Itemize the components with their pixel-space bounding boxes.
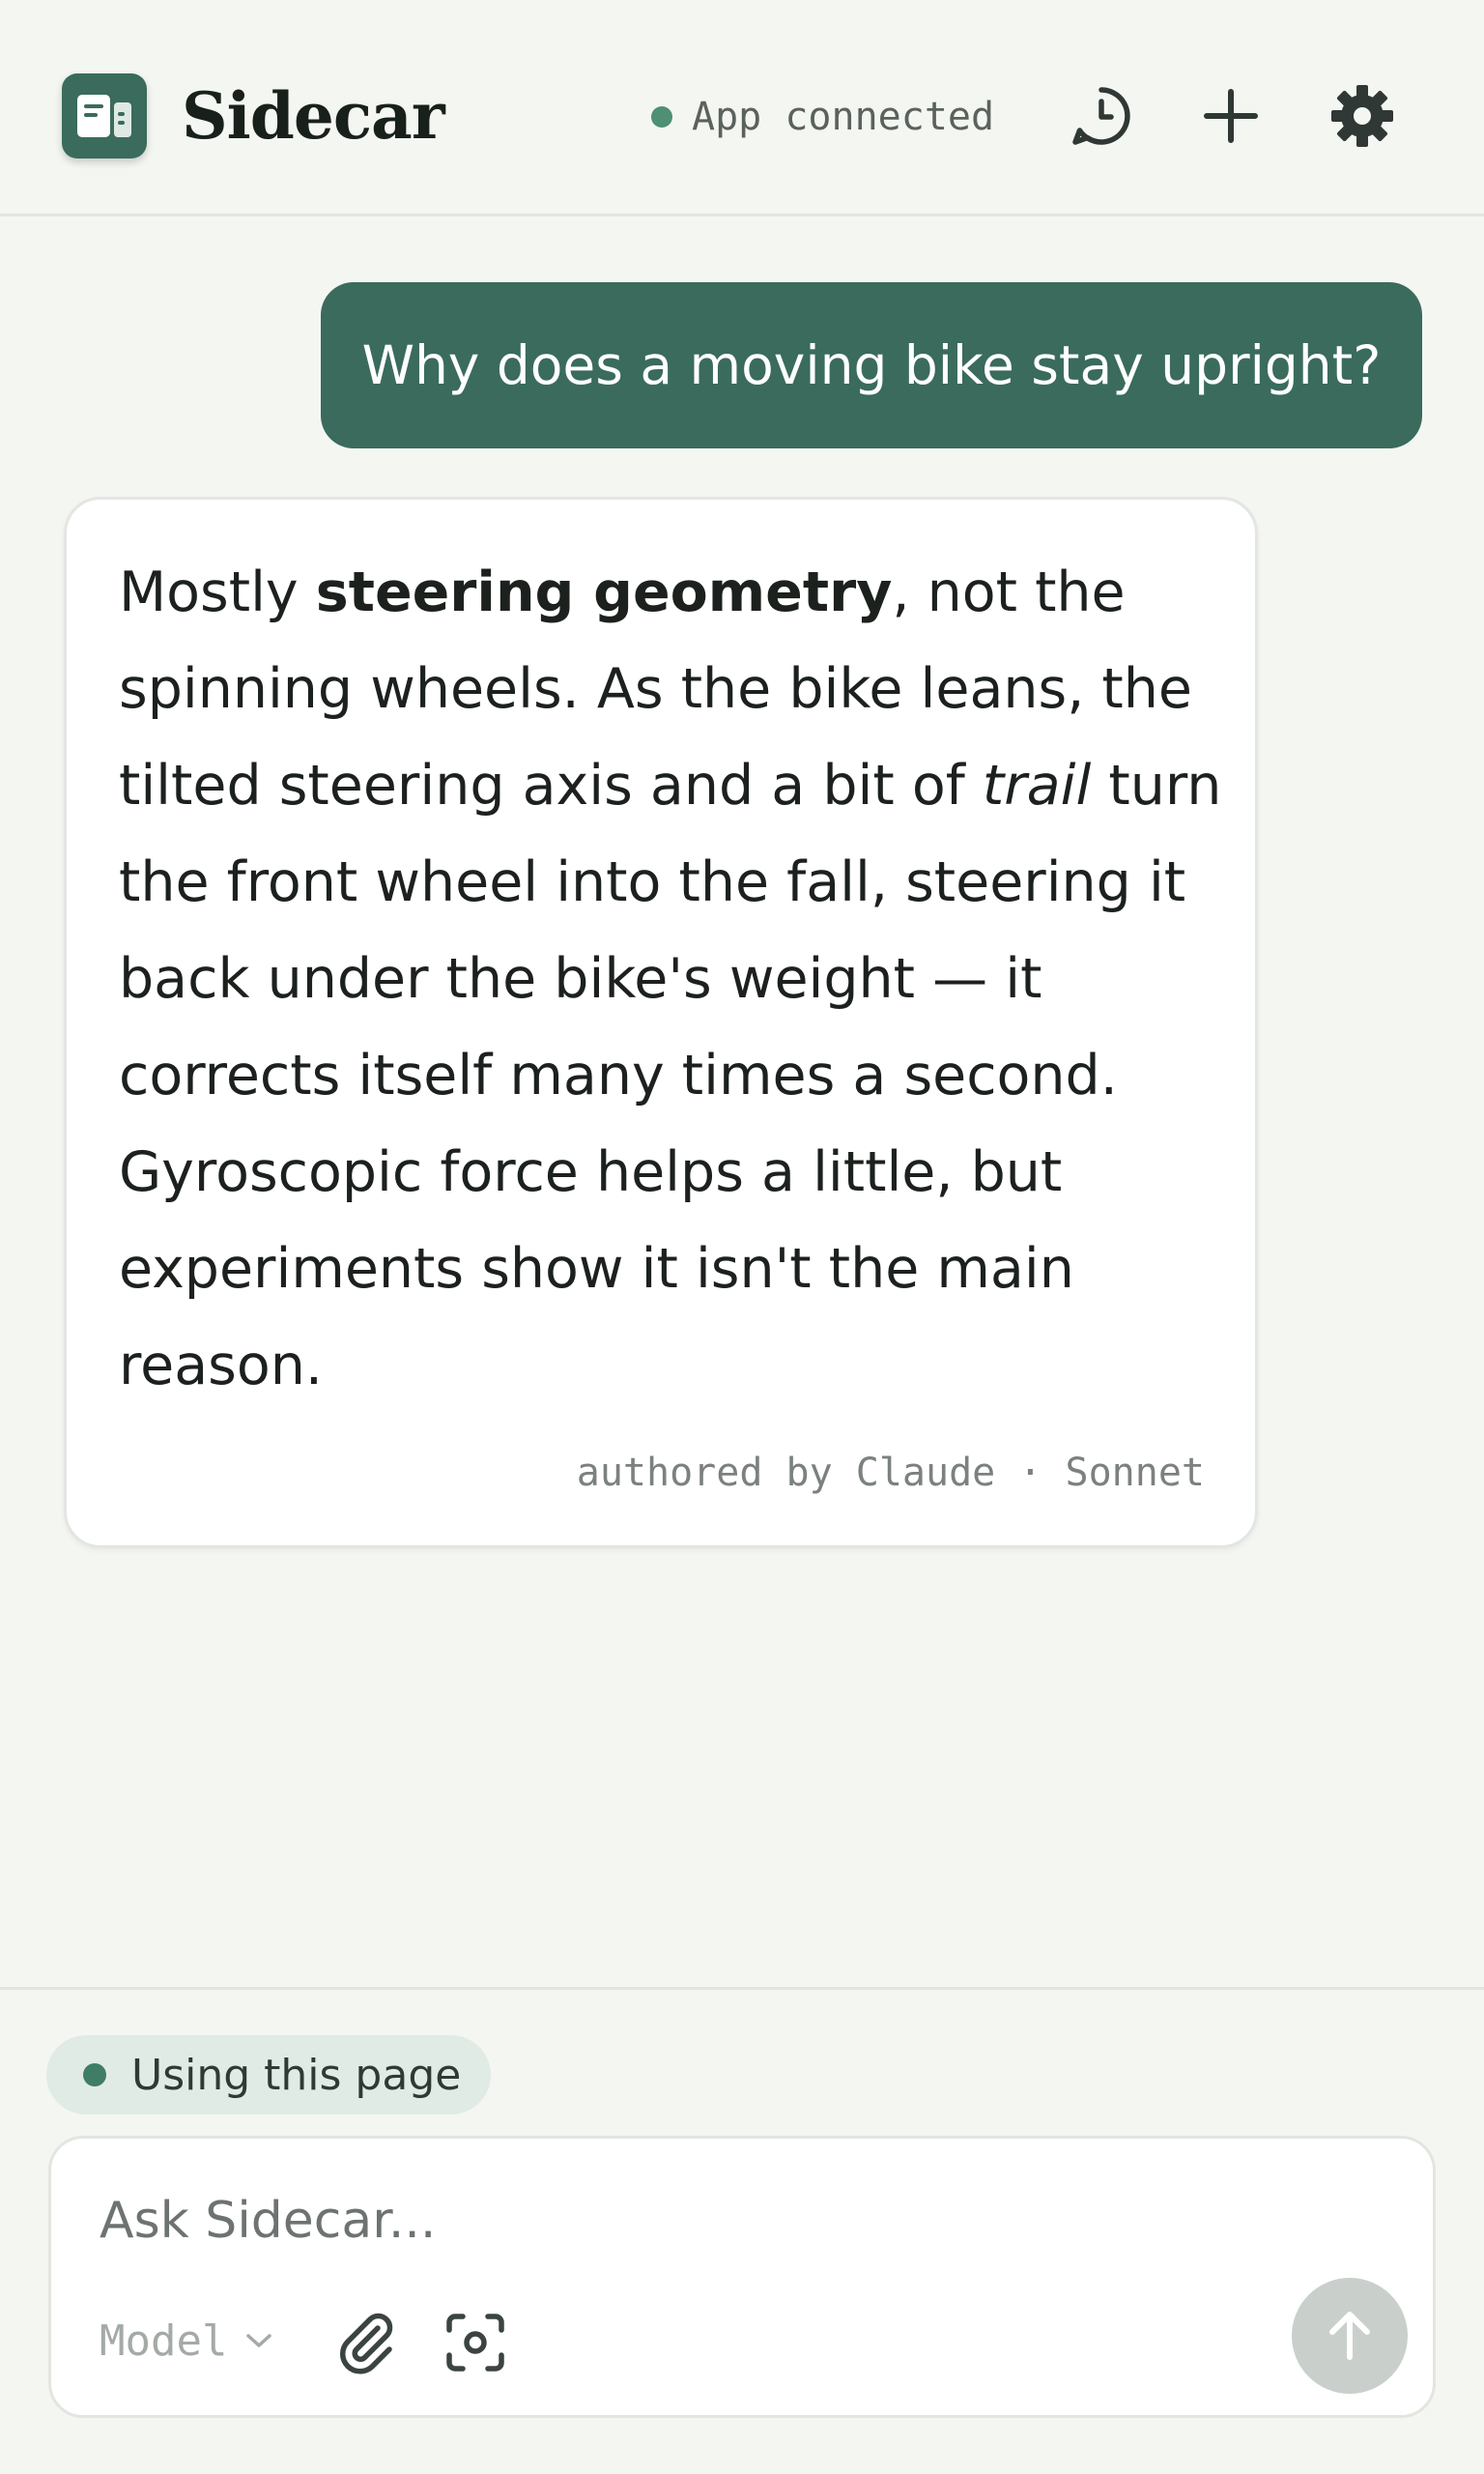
model-dropdown[interactable]: Model [100, 2307, 273, 2374]
screen-capture-icon [446, 2314, 504, 2372]
chevron-down-icon [246, 2334, 272, 2347]
connection-status: App connected [651, 93, 994, 141]
screenshot-button[interactable] [440, 2307, 511, 2378]
history-button[interactable] [1065, 79, 1138, 153]
attribution-author: Claude [855, 1451, 996, 1495]
attribution-model: Sonnet [1065, 1451, 1206, 1495]
plus-icon [1204, 89, 1258, 143]
answer-text-rest: turn the front wheel into the fall, stee… [119, 754, 1222, 1397]
arrow-up-icon [1329, 2312, 1370, 2360]
answer-text-lead: Mostly [119, 561, 316, 624]
page-context-chip[interactable]: Using this page [46, 2035, 491, 2114]
status-dot-icon [651, 106, 672, 128]
status-text: App connected [692, 95, 995, 139]
paperclip-icon [339, 2313, 393, 2374]
context-chip-label: Using this page [131, 2050, 462, 2100]
user-message-bubble: Why does a moving bike stay upright? [321, 282, 1422, 448]
settings-button[interactable] [1326, 79, 1399, 153]
attach-button[interactable] [331, 2307, 403, 2378]
message-input[interactable] [100, 2177, 1356, 2264]
answer-italic-term: trail [982, 754, 1092, 818]
history-icon [1072, 87, 1130, 145]
new-chat-button[interactable] [1194, 79, 1268, 153]
answer-bold-phrase: steering geometry [315, 561, 893, 624]
attribution-separator: · [995, 1451, 1066, 1495]
attribution-prefix: authored by [576, 1451, 856, 1495]
message-composer: Model [48, 2136, 1436, 2418]
context-dot-icon [83, 2063, 106, 2086]
app-logo-icon [62, 73, 147, 158]
sidecar-app: Sidecar App connected Why does a moving … [0, 0, 1484, 2474]
model-label: Model [100, 2316, 228, 2366]
send-button[interactable] [1292, 2278, 1408, 2394]
message-attribution: authored by Claude · Sonnet [577, 1451, 1205, 1495]
app-title: Sidecar [182, 78, 445, 154]
assistant-message-card: Mostly steering geometry, not the spinni… [64, 497, 1258, 1548]
gear-icon [1331, 85, 1393, 147]
header-bar: Sidecar App connected [0, 0, 1484, 216]
assistant-message-text: Mostly steering geometry, not the spinni… [119, 544, 1230, 1414]
